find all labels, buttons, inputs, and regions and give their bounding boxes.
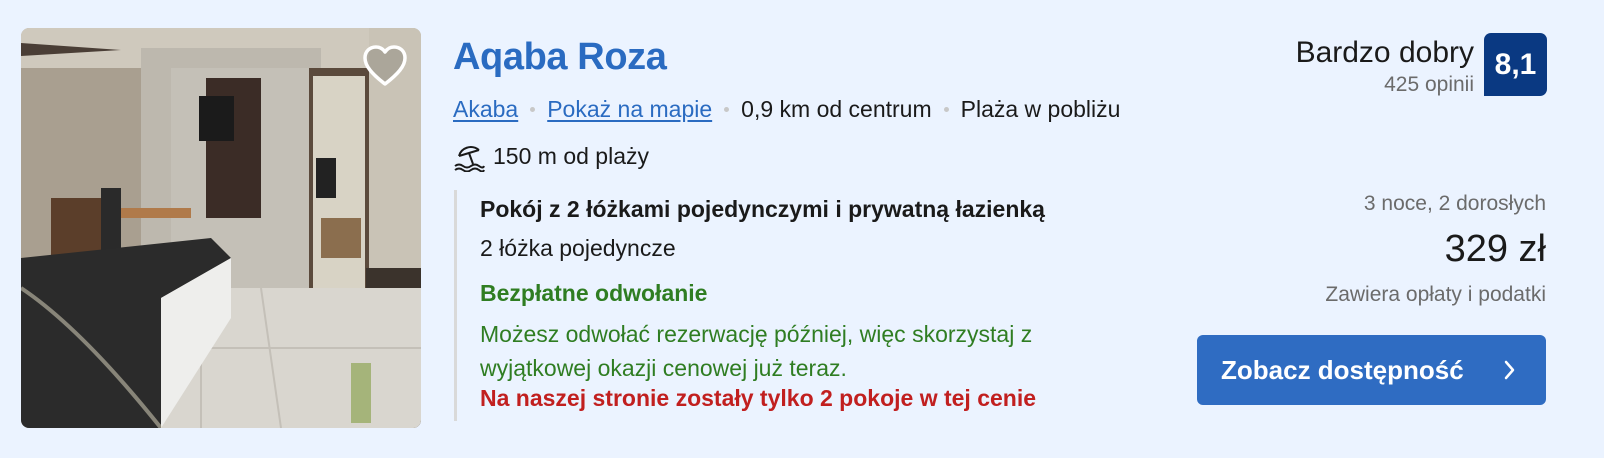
favorite-button[interactable]	[360, 42, 410, 92]
room-beds: 2 łóżka pojedyncze	[480, 235, 676, 261]
taxes-note: Zawiera opłaty i podatki	[1325, 283, 1546, 306]
scarcity-message: Na naszej stronie zostały tylko 2 pokoje…	[480, 385, 1037, 411]
stay-details: 3 noce, 2 dorosłych	[1363, 192, 1546, 215]
room-details: Pokój z 2 łóżkami pojedynczymi i prywatn…	[454, 190, 1154, 421]
review-score-word: Bardzo dobry	[1295, 36, 1474, 69]
room-title: Pokój z 2 łóżkami pojedynczymi i prywatn…	[480, 196, 1045, 222]
free-cancellation-title: Bezpłatne odwołanie	[480, 280, 708, 306]
city-link[interactable]: Akaba	[453, 96, 518, 123]
show-on-map-link[interactable]: Pokaż na mapie	[547, 96, 712, 123]
chevron-right-icon	[1504, 360, 1515, 380]
hotel-name-link[interactable]: Aqaba Roza	[453, 36, 667, 79]
free-cancellation-description: Możesz odwołać rezerwację później, więc …	[480, 321, 1033, 381]
separator-dot	[724, 107, 730, 112]
distance-from-center: 0,9 km od centrum	[741, 96, 932, 122]
price: 329 zł	[1444, 228, 1546, 270]
beach-distance-text: 150 m od plaży	[493, 142, 649, 169]
heart-outline-icon	[363, 45, 407, 86]
review-count: 425 opinii	[1384, 73, 1474, 96]
location-row: Akaba Pokaż na mapie 0,9 km od centrum P…	[453, 96, 1120, 123]
beach-umbrella-icon	[454, 146, 485, 172]
separator-dot	[943, 107, 949, 112]
see-availability-label: Zobacz dostępność	[1221, 354, 1464, 385]
beach-nearby-label: Plaża w pobliżu	[960, 96, 1121, 122]
review-summary[interactable]: Bardzo dobry 425 opinii	[1296, 36, 1474, 97]
review-score-badge[interactable]: 8,1	[1484, 33, 1547, 96]
see-availability-button[interactable]: Zobacz dostępność	[1197, 335, 1546, 405]
separator-dot	[530, 107, 536, 112]
property-card: Aqaba Roza Akaba Pokaż na mapie 0,9 km o…	[0, 0, 1604, 458]
beach-distance-row: 150 m od plaży	[453, 140, 649, 172]
